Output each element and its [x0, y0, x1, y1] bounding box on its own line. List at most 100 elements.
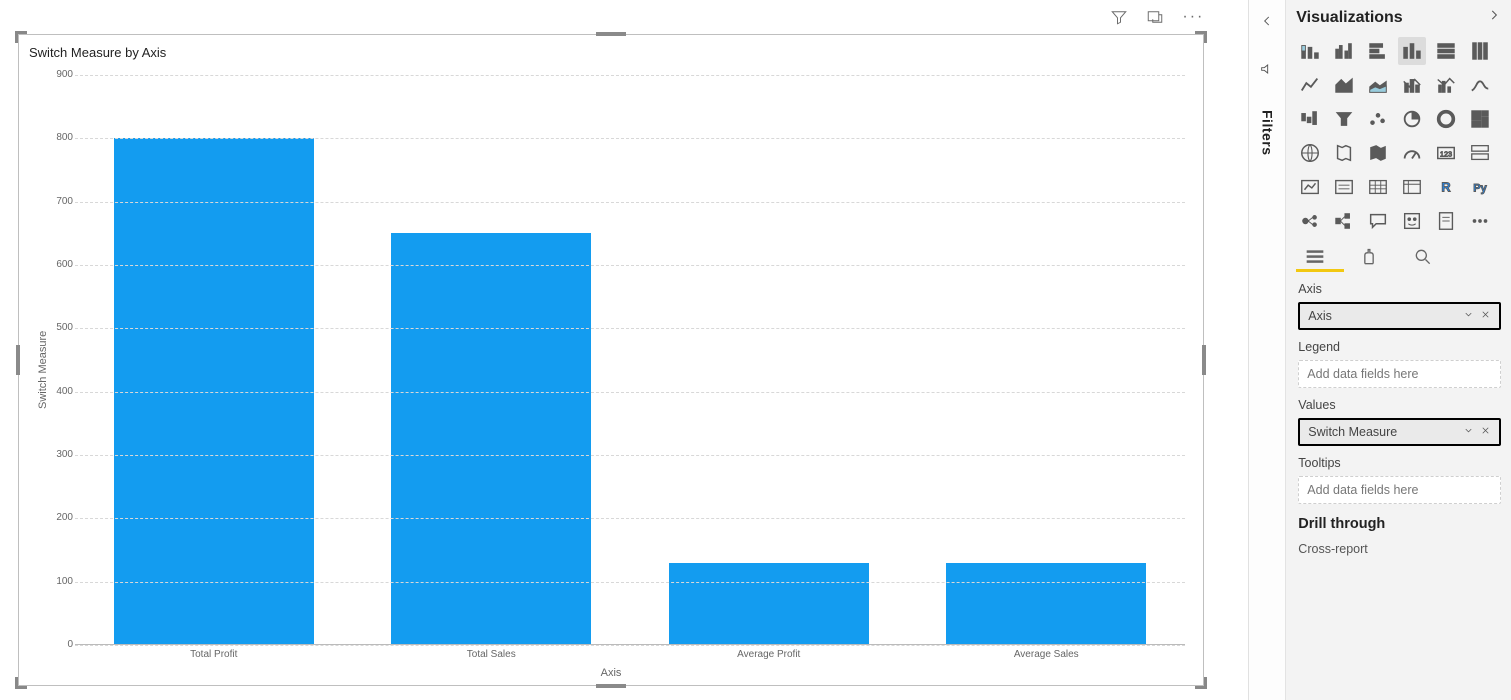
- remove-field-icon[interactable]: [1480, 425, 1491, 439]
- matrix-icon[interactable]: [1398, 173, 1426, 201]
- resize-handle-left[interactable]: [16, 345, 20, 375]
- x-axis-label: Axis: [601, 667, 622, 679]
- y-tick-label: 700: [47, 196, 73, 207]
- format-tabs: [1286, 241, 1511, 267]
- funnel-chart-icon[interactable]: [1330, 105, 1358, 133]
- filters-pane-title: Filters: [1259, 110, 1275, 156]
- ribbon-chart-icon[interactable]: [1466, 71, 1494, 99]
- get-more-visuals-icon[interactable]: [1466, 207, 1494, 235]
- kpi-icon[interactable]: [1296, 173, 1324, 201]
- card-icon[interactable]: 123: [1432, 139, 1460, 167]
- stacked-bar-chart-icon[interactable]: [1296, 37, 1324, 65]
- analytics-tab-icon[interactable]: [1412, 245, 1436, 267]
- filters-pane-collapsed[interactable]: Filters: [1248, 0, 1285, 700]
- key-influencers-icon[interactable]: [1296, 207, 1324, 235]
- y-tick-label: 600: [47, 259, 73, 270]
- bookmark-icon[interactable]: [1259, 61, 1275, 80]
- table-icon[interactable]: [1364, 173, 1392, 201]
- resize-handle-right[interactable]: [1202, 345, 1206, 375]
- svg-text:Py: Py: [1474, 183, 1488, 195]
- chevron-down-icon[interactable]: [1463, 425, 1474, 439]
- qa-visual-icon[interactable]: [1364, 207, 1392, 235]
- pie-chart-icon[interactable]: [1398, 105, 1426, 133]
- clustered-bar-chart-icon[interactable]: [1330, 37, 1358, 65]
- visualizations-title: Visualizations: [1296, 9, 1402, 27]
- format-tab-icon[interactable]: [1358, 245, 1382, 267]
- gridline: [75, 138, 1185, 139]
- more-options-icon[interactable]: ···: [1182, 8, 1204, 29]
- axis-field-well[interactable]: Axis: [1298, 302, 1501, 330]
- 100pct-stacked-column-icon[interactable]: [1466, 37, 1494, 65]
- remove-field-icon[interactable]: [1480, 309, 1491, 323]
- x-tick-label: Average Profit: [630, 649, 908, 660]
- chevron-down-icon[interactable]: [1463, 309, 1474, 323]
- treemap-chart-icon[interactable]: [1466, 105, 1494, 133]
- cross-report-label: Cross-report: [1286, 536, 1511, 564]
- x-tick-label: Total Profit: [75, 649, 353, 660]
- collapse-visualizations-icon[interactable]: [1487, 8, 1501, 27]
- 100pct-stacked-bar-icon[interactable]: [1432, 37, 1460, 65]
- gridline: [75, 202, 1185, 203]
- line-stacked-column-icon[interactable]: [1398, 71, 1426, 99]
- smart-narrative-icon[interactable]: [1398, 207, 1426, 235]
- decomposition-tree-icon[interactable]: [1330, 207, 1358, 235]
- fields-tab-icon[interactable]: [1304, 245, 1328, 267]
- y-tick-label: 400: [47, 386, 73, 397]
- gauge-icon[interactable]: [1398, 139, 1426, 167]
- visualization-gallery: 123 R Py: [1286, 33, 1511, 241]
- bar[interactable]: [669, 563, 869, 645]
- python-visual-icon[interactable]: Py: [1466, 173, 1494, 201]
- drill-through-header: Drill through: [1286, 504, 1511, 536]
- axis-well-label: Axis: [1298, 282, 1501, 296]
- values-well-label: Values: [1298, 398, 1501, 412]
- x-tick-label: Average Sales: [908, 649, 1186, 660]
- r-visual-icon[interactable]: R: [1432, 173, 1460, 201]
- legend-field-well[interactable]: Add data fields here: [1298, 360, 1501, 388]
- resize-handle-bottom[interactable]: [596, 684, 626, 688]
- scatter-chart-icon[interactable]: [1364, 105, 1392, 133]
- tooltips-field-well[interactable]: Add data fields here: [1298, 476, 1501, 504]
- donut-chart-icon[interactable]: [1432, 105, 1460, 133]
- filter-icon[interactable]: [1110, 8, 1128, 29]
- values-field-well[interactable]: Switch Measure: [1298, 418, 1501, 446]
- report-canvas[interactable]: ··· Switch Measure by Axis Switch Measur…: [0, 0, 1248, 700]
- paginated-report-icon[interactable]: [1432, 207, 1460, 235]
- stacked-hbar-chart-icon[interactable]: [1364, 37, 1392, 65]
- gridline: [75, 392, 1185, 393]
- filled-map-icon[interactable]: [1330, 139, 1358, 167]
- line-chart-icon[interactable]: [1296, 71, 1324, 99]
- legend-well-label: Legend: [1298, 340, 1501, 354]
- y-tick-label: 100: [47, 576, 73, 587]
- y-tick-label: 900: [47, 69, 73, 80]
- y-tick-label: 200: [47, 512, 73, 523]
- expand-filters-icon[interactable]: [1260, 14, 1274, 31]
- resize-handle-tl[interactable]: [15, 31, 27, 43]
- multi-row-card-icon[interactable]: [1466, 139, 1494, 167]
- gridline: [75, 645, 1185, 646]
- visualizations-pane: Visualizations 123 R Py Axis Axis: [1285, 0, 1511, 700]
- slicer-icon[interactable]: [1330, 173, 1358, 201]
- resize-handle-tr[interactable]: [1195, 31, 1207, 43]
- y-tick-label: 800: [47, 132, 73, 143]
- clustered-column-chart-icon[interactable]: [1398, 37, 1426, 65]
- gridline: [75, 582, 1185, 583]
- bar[interactable]: [946, 563, 1146, 645]
- svg-text:123: 123: [1440, 150, 1452, 159]
- resize-handle-top[interactable]: [596, 32, 626, 36]
- bar[interactable]: [391, 233, 591, 645]
- focus-mode-icon[interactable]: [1146, 8, 1164, 29]
- map-icon[interactable]: [1296, 139, 1324, 167]
- chart-visual[interactable]: Switch Measure by Axis Switch Measure 01…: [18, 34, 1204, 686]
- line-clustered-column-icon[interactable]: [1432, 71, 1460, 99]
- waterfall-chart-icon[interactable]: [1296, 105, 1324, 133]
- shape-map-icon[interactable]: [1364, 139, 1392, 167]
- x-tick-label: Total Sales: [353, 649, 631, 660]
- values-field-value: Switch Measure: [1308, 425, 1397, 439]
- gridline: [75, 75, 1185, 76]
- area-chart-icon[interactable]: [1330, 71, 1358, 99]
- y-tick-label: 0: [47, 639, 73, 650]
- svg-text:R: R: [1442, 180, 1451, 195]
- chart-title: Switch Measure by Axis: [29, 45, 166, 60]
- visual-header: ···: [1110, 8, 1204, 29]
- stacked-area-chart-icon[interactable]: [1364, 71, 1392, 99]
